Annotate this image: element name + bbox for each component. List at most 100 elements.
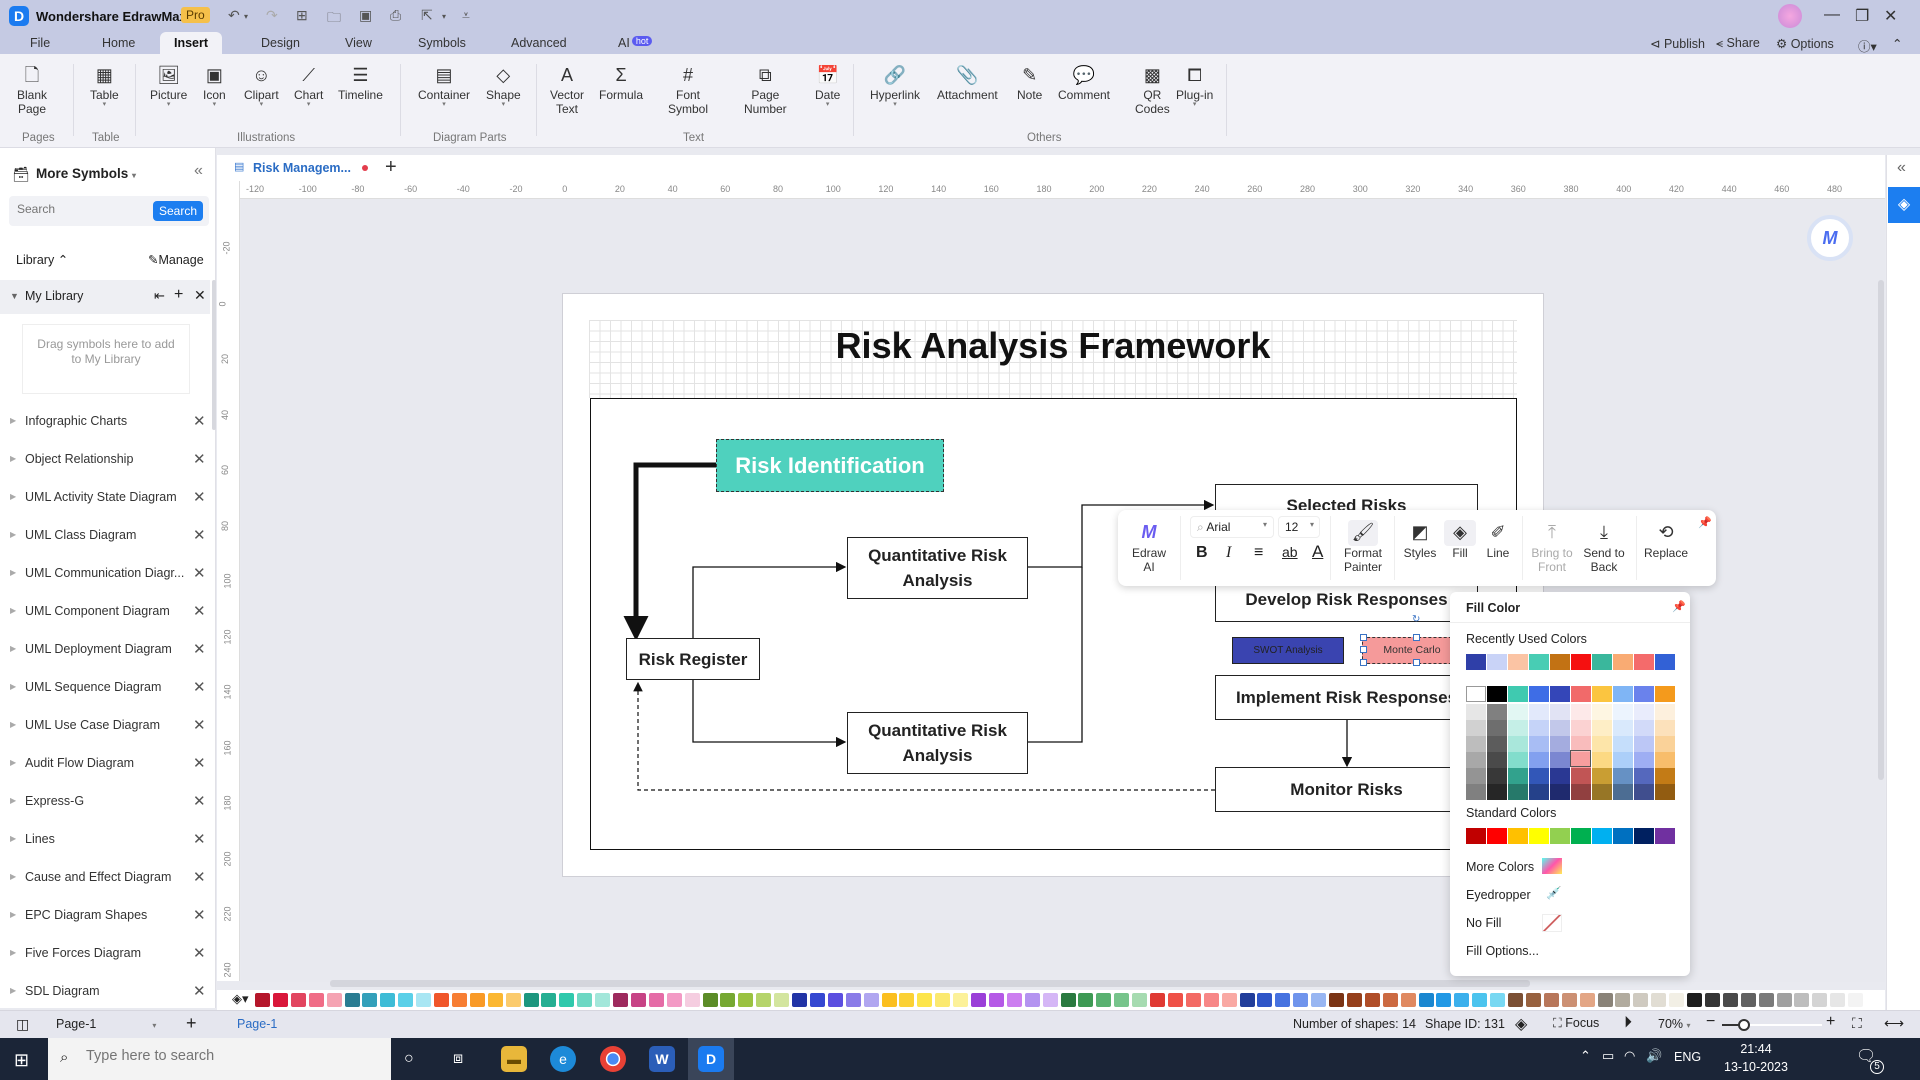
palette-color-swatch[interactable]: [1794, 993, 1810, 1007]
palette-color-swatch[interactable]: [899, 993, 915, 1007]
document-tab[interactable]: Risk Managem...: [253, 161, 351, 175]
clock-date[interactable]: 13-10-2023: [1716, 1060, 1796, 1074]
recent-color-swatch[interactable]: [1466, 654, 1486, 670]
selection-handle[interactable]: [1360, 659, 1367, 666]
icon-button[interactable]: ▣ Icon ▾: [203, 64, 226, 108]
tab-ai[interactable]: AI hot: [618, 36, 653, 50]
add-tab-button[interactable]: +: [385, 156, 397, 179]
page-selector[interactable]: Page-1 ▾: [56, 1017, 156, 1031]
palette-color-swatch[interactable]: [863, 993, 879, 1007]
palette-color-swatch[interactable]: [362, 993, 378, 1007]
recent-color-swatch[interactable]: [1487, 654, 1507, 670]
send-to-back-button[interactable]: ⤓ Send to Back: [1580, 520, 1628, 574]
theme-color-swatch[interactable]: [1634, 736, 1654, 752]
container-button[interactable]: ▤ Container ▾: [418, 64, 470, 108]
recent-color-swatch[interactable]: [1613, 654, 1633, 670]
theme-color-swatch[interactable]: [1466, 784, 1486, 800]
my-library-row[interactable]: ▼ My Library ⇤ + ✕: [0, 280, 210, 314]
theme-color-swatch[interactable]: [1592, 704, 1612, 720]
palette-color-swatch[interactable]: [1132, 993, 1148, 1007]
theme-color-swatch[interactable]: [1655, 768, 1675, 784]
library-item[interactable]: ▶ UML Component Diagram ✕: [0, 594, 216, 632]
fill-button[interactable]: ◈ Fill: [1444, 520, 1476, 560]
palette-color-swatch[interactable]: [1167, 993, 1183, 1007]
standard-color-swatch[interactable]: [1592, 828, 1612, 844]
palette-color-swatch[interactable]: [1042, 993, 1058, 1007]
theme-color-swatch[interactable]: [1550, 736, 1570, 752]
palette-color-swatch[interactable]: [1239, 993, 1255, 1007]
palette-color-swatch[interactable]: [308, 993, 324, 1007]
clock-time[interactable]: 21:44: [1716, 1042, 1796, 1056]
theme-color-swatch[interactable]: [1487, 784, 1507, 800]
close-icon[interactable]: ✕: [1884, 6, 1897, 26]
standard-color-swatch[interactable]: [1508, 828, 1528, 844]
close-library-icon[interactable]: ✕: [193, 868, 206, 886]
eyedropper-item[interactable]: Eyedropper 💉: [1466, 886, 1586, 902]
palette-color-swatch[interactable]: [935, 993, 951, 1007]
blank-page-button[interactable]: 🗋 Blank Page: [17, 64, 47, 116]
font-color-button[interactable]: A: [1312, 542, 1323, 562]
palette-color-swatch[interactable]: [1221, 993, 1237, 1007]
close-library-icon[interactable]: ✕: [193, 678, 206, 696]
standard-color-swatch[interactable]: [1571, 828, 1591, 844]
palette-color-swatch[interactable]: [1203, 993, 1219, 1007]
pin-icon[interactable]: 📌: [1672, 600, 1686, 613]
tab-file[interactable]: File: [30, 36, 50, 50]
publish-button[interactable]: ⊲ Publish: [1650, 36, 1705, 51]
theme-color-swatch[interactable]: [1487, 704, 1507, 720]
palette-color-swatch[interactable]: [416, 993, 432, 1007]
selection-handle[interactable]: [1413, 634, 1420, 641]
redo-icon[interactable]: ↷: [266, 7, 278, 24]
theme-color-swatch[interactable]: [1655, 704, 1675, 720]
palette-color-swatch[interactable]: [1633, 993, 1649, 1007]
theme-color-swatch[interactable]: [1508, 704, 1528, 720]
close-icon[interactable]: ✕: [194, 287, 206, 304]
attachment-button[interactable]: 📎 Attachment: [937, 64, 998, 102]
new-icon[interactable]: ⊞: [296, 7, 308, 24]
page-number-button[interactable]: ⧉ Page Number: [744, 64, 787, 116]
theme-color-swatch[interactable]: [1592, 752, 1612, 768]
palette-color-swatch[interactable]: [917, 993, 933, 1007]
library-item[interactable]: ▶ Express-G ✕: [0, 784, 216, 822]
shape-monte-carlo[interactable]: Monte Carlo: [1362, 637, 1462, 664]
share-button[interactable]: ⪪ Share: [1716, 36, 1760, 51]
palette-color-swatch[interactable]: [1848, 993, 1864, 1007]
library-item[interactable]: ▶ UML Activity State Diagram ✕: [0, 480, 216, 518]
palette-color-swatch[interactable]: [630, 993, 646, 1007]
edrawmax-taskbar-icon[interactable]: D: [698, 1046, 724, 1072]
show-hidden-icons[interactable]: ⌃: [1580, 1048, 1591, 1064]
tab-home[interactable]: Home: [102, 36, 135, 50]
export-dropdown-icon[interactable]: ▾: [442, 12, 446, 21]
palette-color-swatch[interactable]: [1669, 993, 1685, 1007]
theme-color-swatch[interactable]: [1466, 768, 1486, 784]
palette-color-swatch[interactable]: [1418, 993, 1434, 1007]
palette-color-swatch[interactable]: [505, 993, 521, 1007]
zoom-in-button[interactable]: +: [1826, 1013, 1835, 1031]
palette-color-swatch[interactable]: [684, 993, 700, 1007]
theme-color-swatch[interactable]: [1466, 720, 1486, 736]
palette-color-swatch[interactable]: [380, 993, 396, 1007]
theme-color-swatch[interactable]: [1613, 704, 1633, 720]
undo-dropdown-icon[interactable]: ▾: [244, 12, 248, 21]
palette-color-swatch[interactable]: [988, 993, 1004, 1007]
standard-color-swatch[interactable]: [1655, 828, 1675, 844]
fit-width-icon[interactable]: ⟷: [1884, 1015, 1904, 1032]
theme-color-swatch[interactable]: [1508, 686, 1528, 702]
palette-color-swatch[interactable]: [1096, 993, 1112, 1007]
palette-color-swatch[interactable]: [827, 993, 843, 1007]
restore-icon[interactable]: ❐: [1855, 6, 1869, 26]
line-button[interactable]: ✐ Line: [1480, 520, 1516, 560]
palette-color-swatch[interactable]: [738, 993, 754, 1007]
theme-color-swatch[interactable]: [1655, 686, 1675, 702]
theme-color-swatch[interactable]: [1487, 768, 1507, 784]
import-icon[interactable]: ⇤: [154, 288, 165, 304]
shape-monitor-risks[interactable]: Monitor Risks: [1215, 767, 1478, 812]
library-item[interactable]: ▶ SDL Diagram ✕: [0, 974, 216, 1012]
task-view-icon[interactable]: ⧈: [453, 1050, 463, 1068]
palette-color-swatch[interactable]: [434, 993, 449, 1007]
close-library-icon[interactable]: ✕: [193, 792, 206, 810]
theme-color-swatch[interactable]: [1529, 704, 1549, 720]
library-item[interactable]: ▶ Infographic Charts ✕: [0, 404, 216, 442]
palette-color-swatch[interactable]: [774, 993, 790, 1007]
add-icon[interactable]: +: [174, 286, 183, 304]
